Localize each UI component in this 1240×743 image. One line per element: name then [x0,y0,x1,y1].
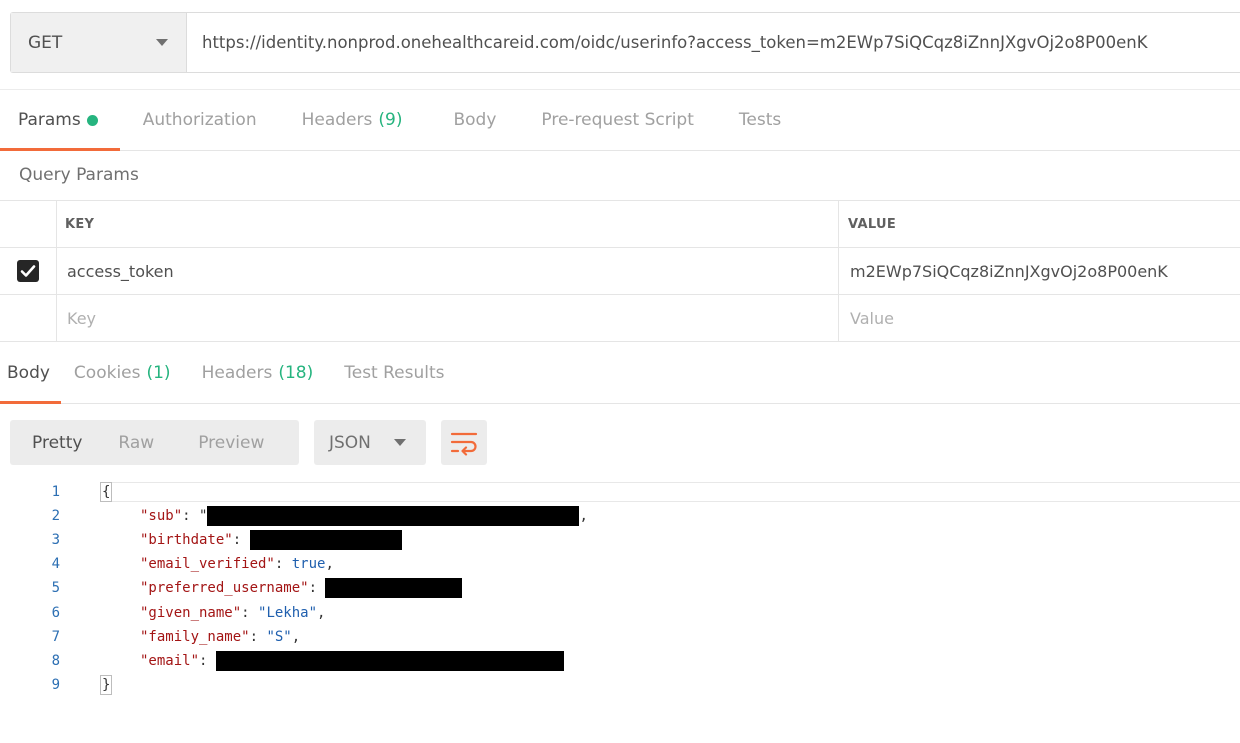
header-value: VALUE [848,216,896,232]
param-value[interactable]: m2EWp7SiQCqz8iZnnJXgvOj2o8P00enK [839,248,1240,294]
tab-label: Pre-request Script [541,110,694,130]
tab-cookies[interactable]: Cookies (1) [74,342,171,403]
line-number: 2 [51,508,60,525]
tab-label: Headers [301,110,373,130]
json-key: "email" [140,652,200,669]
new-key-input[interactable]: Key [57,295,839,341]
method-select[interactable]: GET [11,13,187,72]
param-checkbox[interactable] [17,260,39,282]
tab-authorization[interactable]: Authorization [143,90,257,150]
code-line: 2 "sub": ", [0,504,1240,528]
json-value: "Lekha" [258,604,318,621]
tab-tests[interactable]: Tests [739,90,781,150]
chevron-down-icon [394,439,406,446]
line-number: 5 [51,580,60,597]
tab-body[interactable]: Body [453,90,496,150]
line-number: 7 [51,628,60,645]
line-number: 6 [51,604,60,621]
line-number: 3 [51,532,60,549]
query-params-title: Query Params [19,165,139,185]
code-line: 9 } [0,673,1240,697]
tab-count: (18) [278,362,314,383]
redacted-block [249,530,402,551]
response-toolbar: Pretty Raw Preview JSON [10,420,487,465]
code-line: 4 "email_verified": true, [0,552,1240,576]
tab-label: Params [18,110,81,130]
tab-label: Body [453,110,497,130]
tab-count: (9) [378,110,403,130]
code-line: 3 "birthdate": [0,528,1240,552]
response-body-viewer[interactable]: 1 { 2 "sub": ", 3 "birthdate": 4 "email_… [0,480,1240,697]
url-input[interactable]: https://identity.nonprod.onehealthcareid… [187,13,1240,72]
tab-label: Authorization [142,110,257,130]
json-key: "given_name" [140,604,242,621]
line-number: 1 [51,484,60,501]
line-number: 8 [51,652,60,669]
table-row: access_token m2EWp7SiQCqz8iZnnJXgvOj2o8P… [0,248,1240,295]
json-value: "S" [266,628,292,645]
request-bar: GET https://identity.nonprod.onehealthca… [10,12,1240,73]
json-key: "family_name" [140,628,250,645]
code-line: 7 "family_name": "S", [0,625,1240,649]
format-select[interactable]: JSON [314,420,426,465]
format-label: JSON [329,432,371,453]
table-header-row: KEY VALUE [0,201,1240,248]
json-key: "birthdate" [140,532,233,549]
tab-label: Headers [201,362,273,383]
redacted-block [325,578,463,599]
view-preview-button[interactable]: Preview [198,433,264,453]
view-mode-group: Pretty Raw Preview [10,420,299,465]
tab-label: Test Results [344,362,445,383]
json-key: "sub" [140,508,183,525]
params-active-dot-icon [86,114,98,126]
tab-count: (1) [146,362,171,383]
response-tabs: Body Cookies (1) Headers (18) Test Resul… [0,342,1240,404]
tab-headers[interactable]: Headers (9) [302,90,403,150]
json-key: "email_verified" [140,556,275,573]
chevron-down-icon [156,39,168,46]
table-row-empty: Key Value [0,295,1240,342]
tab-label: Body [7,362,50,383]
code-line: 1 { [0,480,1240,504]
code-line: 6 "given_name": "Lekha", [0,600,1240,624]
method-label: GET [28,32,63,53]
new-value-input[interactable]: Value [839,295,1240,341]
request-tabs: Params Authorization Headers (9) Body Pr… [0,89,1240,151]
tab-response-body[interactable]: Body [0,342,61,404]
query-params-table: KEY VALUE access_token m2EWp7SiQCqz8iZnn… [0,200,1240,342]
tab-params[interactable]: Params [0,90,120,151]
tab-response-headers[interactable]: Headers (18) [202,342,314,403]
tab-pre-request-script[interactable]: Pre-request Script [541,90,694,150]
row-check-cell [0,248,57,294]
tab-label: Tests [738,110,782,130]
json-value: true [291,556,326,573]
view-raw-button[interactable]: Raw [118,433,154,453]
tab-label: Cookies [73,362,141,383]
param-key[interactable]: access_token [57,248,839,294]
header-check-cell [0,201,57,247]
code-line: 8 "email": [0,649,1240,673]
json-key: "preferred_username" [140,580,309,597]
active-line-highlight [100,482,1240,503]
line-number: 9 [51,676,60,693]
redacted-block [215,650,564,671]
line-number: 4 [51,556,60,573]
redacted-block [207,506,580,527]
wrap-lines-button[interactable] [441,420,487,465]
code-line: 5 "preferred_username": [0,576,1240,600]
open-brace: { [100,482,113,503]
tab-test-results[interactable]: Test Results [344,342,444,403]
row-check-cell [0,295,57,341]
view-pretty-button[interactable]: Pretty [32,433,82,453]
header-key: KEY [57,201,839,247]
close-brace: } [100,674,113,695]
wrap-lines-icon [450,432,478,456]
checkmark-icon [20,265,36,277]
